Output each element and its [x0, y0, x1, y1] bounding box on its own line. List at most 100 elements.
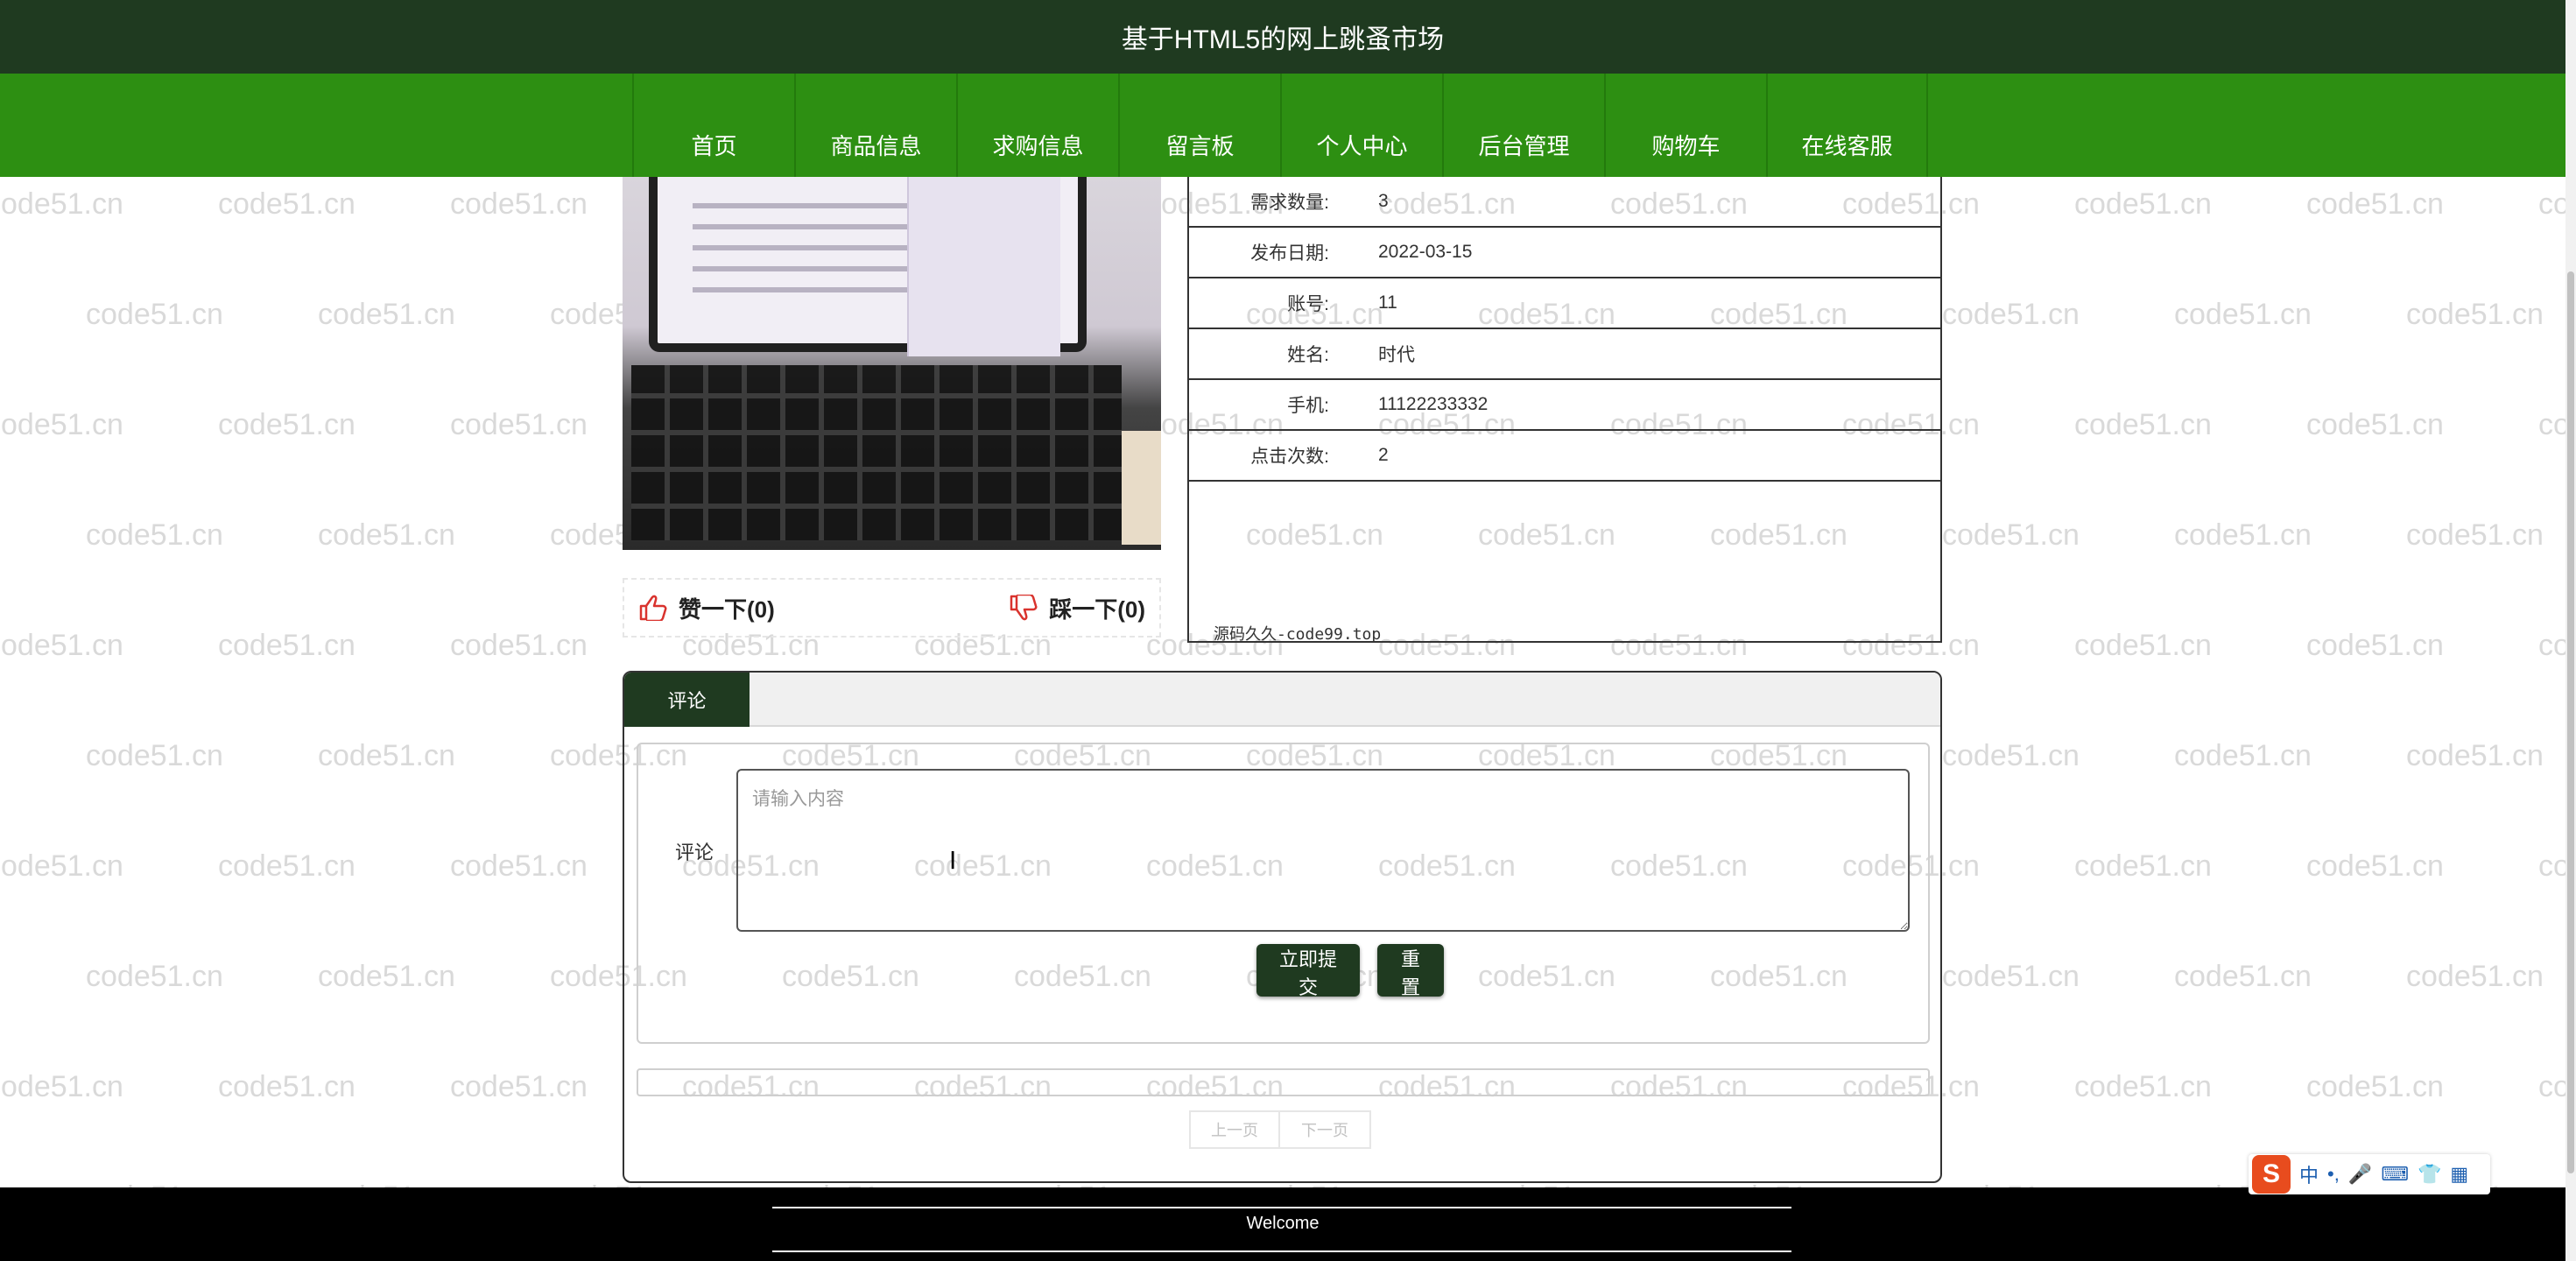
thumbs-up-icon	[639, 595, 667, 621]
detail-value: 11	[1378, 292, 1397, 313]
watermark-text: code51.cn	[2306, 629, 2444, 662]
detail-label: 手机:	[1287, 396, 1329, 416]
product-image	[623, 177, 1161, 550]
site-footer: Welcome	[0, 1187, 2565, 1261]
skin-icon[interactable]: 👕	[2418, 1163, 2441, 1186]
watermark-text: code51.cn	[2306, 187, 2444, 221]
keyboard-icon[interactable]: ⌨	[2381, 1163, 2409, 1186]
watermark-text: code51.cn	[2406, 960, 2544, 993]
detail-label: 发布日期:	[1250, 243, 1329, 264]
footer-divider	[772, 1250, 1791, 1252]
detail-value: 2	[1378, 445, 1389, 465]
like-button[interactable]: 赞一下(0)	[638, 592, 775, 624]
ime-punct-icon[interactable]: •,	[2327, 1163, 2340, 1186]
nav-item-wanted[interactable]: 求购信息	[956, 74, 1118, 177]
nav-item-cart[interactable]: 购物车	[1604, 74, 1766, 177]
nav-item-message-board[interactable]: 留言板	[1118, 74, 1280, 177]
detail-row-date: 发布日期: 2022-03-15	[1189, 228, 1940, 278]
comment-panel: 评论 评论 立即提交 重置 上一页 下一页	[623, 671, 1942, 1183]
detail-row-quantity: 需求数量: 3	[1189, 177, 1940, 228]
watermark-text: code51.cn	[450, 1070, 588, 1103]
source-note: 源码久久-code99.top	[1214, 625, 1382, 644]
detail-value: 11122233332	[1378, 394, 1489, 414]
watermark-text: code51.cn	[1942, 960, 2080, 993]
nav-item-admin[interactable]: 后台管理	[1442, 74, 1604, 177]
dislike-button[interactable]: 踩一下(0)	[1009, 592, 1145, 624]
watermark-text: code51.cn	[2174, 518, 2312, 552]
ime-toolbar[interactable]: S 中 •, 🎤 ⌨ 👕 ▦	[2249, 1154, 2490, 1194]
watermark-text: code51.cn	[2074, 1070, 2212, 1103]
detail-label: 账号:	[1287, 294, 1329, 314]
comment-form: 评论 立即提交 重置	[637, 743, 1930, 1044]
nav-item-products[interactable]: 商品信息	[794, 74, 956, 177]
text-cursor-icon: I	[949, 846, 957, 875]
detail-label: 姓名:	[1287, 345, 1329, 365]
watermark-text: code51.cn	[86, 960, 223, 993]
watermark-text: code51.cn	[450, 849, 588, 883]
submit-button[interactable]: 立即提交	[1256, 944, 1360, 998]
detail-value: 时代	[1378, 345, 1415, 365]
tablet-screen	[649, 177, 1087, 356]
watermark-text: code51.cn	[1942, 518, 2080, 552]
footer-welcome: Welcome	[1246, 1214, 1320, 1233]
tab-comment[interactable]: 评论	[624, 673, 750, 727]
watermark-text: code51.cn	[2306, 408, 2444, 441]
watermark-text: code51.cn	[450, 408, 588, 441]
watermark-text: code51.cn	[2306, 849, 2444, 883]
next-page-button[interactable]: 下一页	[1280, 1110, 1371, 1149]
comment-list	[637, 1068, 1930, 1096]
paper-note	[1122, 431, 1161, 545]
watermark-text: code51.cn	[1942, 739, 2080, 772]
ime-logo-icon[interactable]: S	[2252, 1155, 2291, 1194]
watermark-text: code51.cn	[218, 408, 355, 441]
watermark-text: code51.cn	[218, 187, 355, 221]
nav-item-home[interactable]: 首页	[632, 74, 794, 177]
comment-textarea[interactable]	[736, 769, 1910, 932]
watermark-text: code51.cn	[2074, 187, 2212, 221]
thumbs-down-icon	[1010, 595, 1038, 621]
watermark-text: code51.cn	[2406, 298, 2544, 331]
reset-button[interactable]: 重置	[1377, 944, 1444, 998]
watermark-text: code51.cn	[2406, 739, 2544, 772]
watermark-text: code51.cn	[2406, 518, 2544, 552]
tab-bar: 评论	[624, 673, 1940, 727]
grid-icon[interactable]: ▦	[2450, 1163, 2468, 1186]
keyboard	[631, 365, 1122, 540]
watermark-text: code51.cn	[2074, 408, 2212, 441]
detail-row-account: 账号: 11	[1189, 278, 1940, 329]
detail-table: 需求数量: 3 发布日期: 2022-03-15 账号: 11 姓名: 时代 手…	[1187, 177, 1942, 644]
detail-value: 2022-03-15	[1378, 242, 1473, 262]
nav-item-personal-center[interactable]: 个人中心	[1280, 74, 1442, 177]
watermark-text: code51.cn	[2074, 849, 2212, 883]
watermark-text: code51.cn	[450, 187, 588, 221]
dislike-label: 踩一下(0)	[1049, 595, 1145, 623]
microphone-icon[interactable]: 🎤	[2348, 1163, 2372, 1186]
scroll-thumb[interactable]	[2567, 271, 2574, 1173]
footer-divider	[772, 1207, 1791, 1208]
watermark-text: code51.cn	[86, 518, 223, 552]
watermark-text: code51.cn	[318, 739, 455, 772]
watermark-text: code51.cn	[0, 849, 123, 883]
detail-row-clicks: 点击次数: 2	[1189, 431, 1940, 482]
detail-row-phone: 手机: 11122233332	[1189, 380, 1940, 431]
detail-label: 点击次数:	[1250, 447, 1329, 467]
watermark-text: code51.cn	[318, 298, 455, 331]
watermark-text: code51.cn	[0, 408, 123, 441]
nav-item-online-service[interactable]: 在线客服	[1766, 74, 1928, 177]
watermark-text: code51.cn	[1942, 298, 2080, 331]
comment-field-label: 评论	[675, 842, 714, 863]
watermark-text: code51.cn	[318, 518, 455, 552]
main-nav: 首页 商品信息 求购信息 留言板 个人中心 后台管理 购物车 在线客服	[632, 74, 1928, 177]
watermark-text: code51.cn	[2074, 629, 2212, 662]
watermark-text: code51.cn	[0, 629, 123, 662]
prev-page-button[interactable]: 上一页	[1189, 1110, 1280, 1149]
watermark-text: code51.cn	[218, 629, 355, 662]
watermark-text: code51.cn	[2306, 1070, 2444, 1103]
watermark-text: code51.cn	[0, 187, 123, 221]
ime-mode-icon[interactable]: 中	[2299, 1160, 2319, 1188]
page-scrollbar[interactable]	[2565, 0, 2576, 1261]
site-title: 基于HTML5的网上跳蚤市场	[1121, 25, 1445, 54]
watermark-text: code51.cn	[318, 960, 455, 993]
watermark-text: code51.cn	[2174, 960, 2312, 993]
like-label: 赞一下(0)	[679, 595, 775, 623]
